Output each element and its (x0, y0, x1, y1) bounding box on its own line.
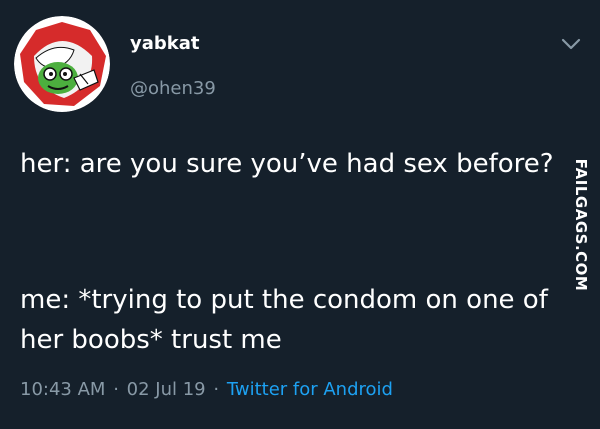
avatar[interactable] (14, 16, 110, 112)
tweet-source-link[interactable]: Twitter for Android (227, 379, 393, 400)
tweet-menu-button[interactable] (560, 36, 582, 52)
chevron-down-icon (561, 38, 581, 50)
tweet-time[interactable]: 10:43 AM (20, 379, 105, 400)
watermark-text: FAILGAGS.COM (572, 158, 590, 292)
watermark: FAILGAGS.COM (568, 150, 594, 300)
separator-dot: · (113, 379, 119, 400)
separator-dot: · (213, 379, 220, 400)
display-name[interactable]: yabkat (130, 33, 200, 54)
user-handle[interactable]: @ohen39 (130, 78, 216, 99)
tweet-text-paragraph-1: her: are you sure you’ve had sex before? (20, 149, 554, 179)
tweet-text-paragraph-2: me: *trying to put the condom on one of … (20, 285, 548, 355)
tweet-card: yabkat @ohen39 her: are you sure you’ve … (0, 0, 600, 429)
tweet-date[interactable]: 02 Jul 19 (127, 379, 206, 400)
cartoon-avatar-icon (14, 16, 110, 112)
tweet-metadata: 10:43 AM · 02 Jul 19 · Twitter for Andro… (20, 379, 393, 400)
